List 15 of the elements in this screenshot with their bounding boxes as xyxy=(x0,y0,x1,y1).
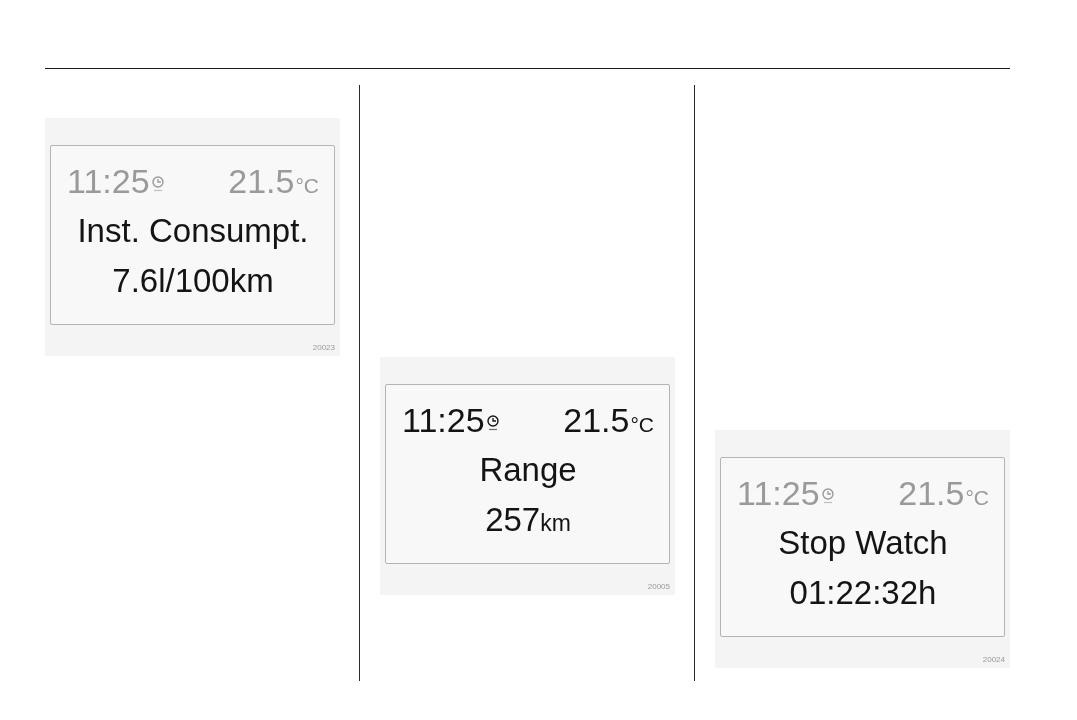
display-value: 7.6l/100km xyxy=(111,261,275,301)
display-title: Stop Watch xyxy=(777,523,949,563)
figure-number: 20005 xyxy=(647,582,670,591)
temperature-reading: 21.5°C xyxy=(563,400,654,441)
display-value: 257km xyxy=(484,500,572,540)
display-value: 01:22:32h xyxy=(788,573,938,613)
figure-number: 20024 xyxy=(982,655,1005,664)
temperature-reading: 21.5°C xyxy=(228,161,319,202)
clock-time: 11:25 xyxy=(67,162,150,200)
figure-number: 20023 xyxy=(312,343,335,352)
display-title: Range xyxy=(478,450,578,490)
display-title: Inst. Consumpt. xyxy=(76,211,310,251)
clock-time: 11:25 xyxy=(402,401,485,439)
clock-time: 11:25 xyxy=(737,474,820,512)
temperature-reading: 21.5°C xyxy=(898,473,989,514)
